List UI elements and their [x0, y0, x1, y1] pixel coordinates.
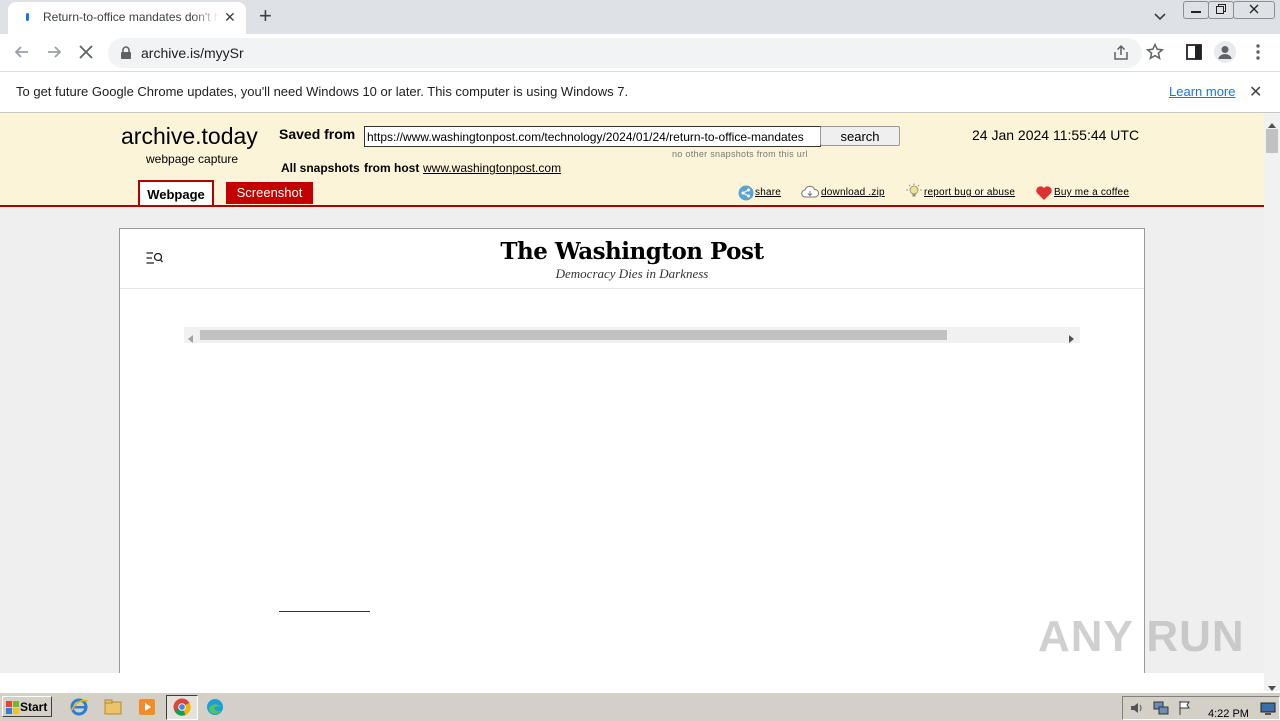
buy-coffee-link[interactable]: Buy me a coffee	[1054, 187, 1129, 198]
host-link[interactable]: www.washingtonpost.com	[423, 161, 561, 175]
report-bug-link[interactable]: report bug or abuse	[924, 187, 1015, 198]
minimize-button[interactable]	[1183, 1, 1209, 19]
header-divider	[120, 288, 1144, 289]
archive-logo[interactable]: archive.today	[121, 123, 258, 150]
vertical-scrollbar[interactable]	[1264, 113, 1280, 691]
stop-loading-icon[interactable]	[76, 42, 96, 62]
cloud-download-icon[interactable]	[801, 185, 819, 202]
share-link[interactable]: share	[755, 187, 781, 198]
start-button[interactable]: Start	[2, 696, 52, 717]
washington-post-tagline: Democracy Dies in Darkness	[555, 266, 709, 281]
tab-screenshot[interactable]: Screenshot	[226, 182, 313, 204]
profile-avatar-icon[interactable]	[1214, 41, 1236, 63]
tab-search-chevron-icon[interactable]	[1152, 8, 1168, 27]
vertical-scroll-thumb[interactable]	[1266, 129, 1278, 153]
address-bar[interactable]: archive.is/myySr	[108, 38, 1142, 68]
volume-icon[interactable]	[1129, 700, 1145, 719]
chrome-icon	[173, 698, 191, 716]
learn-more-link[interactable]: Learn more	[1169, 84, 1235, 99]
windows-logo-icon	[6, 701, 19, 714]
tab-webpage[interactable]: Webpage	[138, 180, 214, 205]
heart-icon[interactable]	[1035, 185, 1053, 204]
archive-subtitle: webpage capture	[146, 152, 239, 166]
infobar-close-icon[interactable]: ✕	[1249, 82, 1262, 102]
media-player-icon[interactable]	[136, 696, 160, 718]
content-rule	[279, 611, 370, 612]
archived-page-frame: The Washington Post Democracy Dies in Da…	[119, 228, 1145, 690]
kebab-menu-icon[interactable]	[1248, 42, 1268, 62]
chrome-taskbar-button[interactable]	[166, 695, 198, 720]
horizontal-scroll-thumb[interactable]	[200, 330, 947, 340]
bug-lightbulb-icon[interactable]	[906, 183, 922, 202]
anyrun-watermark: ANY RUN	[1038, 612, 1245, 661]
network-icon[interactable]	[1153, 700, 1169, 719]
lock-icon[interactable]	[120, 46, 132, 63]
infobar-message: To get future Google Chrome updates, you…	[16, 84, 629, 99]
edge-icon[interactable]	[204, 696, 228, 718]
tab-strip: Return-to-office mandates don't help ✕ +	[0, 0, 1280, 34]
share-icon[interactable]	[738, 185, 754, 204]
browser-toolbar: archive.is/myySr	[0, 34, 1280, 72]
no-snapshots-note: no other snapshots from this url	[672, 149, 808, 159]
back-arrow-icon[interactable]	[12, 42, 32, 62]
system-tray	[1122, 696, 1280, 720]
tab-title: Return-to-office mandates don't help	[43, 10, 219, 24]
download-zip-link[interactable]: download .zip	[821, 187, 885, 198]
show-desktop-icon[interactable]	[1260, 700, 1276, 719]
taskbar-clock[interactable]: 4:22 PM	[1208, 708, 1249, 720]
browser-tab[interactable]: Return-to-office mandates don't help ✕	[8, 2, 246, 34]
update-infobar: To get future Google Chrome updates, you…	[0, 72, 1280, 113]
from-host-label: from host	[364, 161, 420, 175]
new-tab-icon[interactable]: +	[259, 4, 272, 28]
side-panel-icon[interactable]	[1184, 42, 1204, 62]
share-page-icon[interactable]	[1112, 44, 1130, 65]
washington-post-logo[interactable]: The Washington Post	[120, 238, 1144, 265]
forward-arrow-icon[interactable]	[44, 42, 64, 62]
saved-from-label: Saved from	[279, 126, 356, 142]
capture-date: 24 Jan 2024 11:55:44 UTC	[972, 127, 1140, 143]
all-snapshots-label[interactable]: All snapshots	[281, 161, 360, 175]
scroll-left-icon[interactable]	[188, 331, 194, 346]
start-label: Start	[20, 700, 48, 714]
tab-close-icon[interactable]: ✕	[224, 9, 236, 25]
restore-button[interactable]	[1208, 1, 1234, 19]
windows-taskbar: Start	[0, 692, 1280, 721]
action-center-flag-icon[interactable]	[1177, 700, 1193, 719]
page-bottom-strip	[0, 673, 1264, 691]
bookmark-star-icon[interactable]	[1145, 42, 1165, 62]
search-button[interactable]: search	[820, 126, 900, 146]
horizontal-scrollbar[interactable]	[184, 327, 1080, 343]
window-close-button[interactable]	[1233, 1, 1275, 19]
file-explorer-icon[interactable]	[102, 696, 126, 718]
scroll-right-icon[interactable]	[1069, 331, 1075, 346]
url-text[interactable]: archive.is/myySr	[141, 45, 244, 61]
archive-header: archive.today webpage capture Saved from…	[0, 113, 1264, 207]
loading-favicon-icon	[26, 13, 29, 21]
internet-explorer-icon[interactable]	[68, 696, 92, 718]
saved-url-input[interactable]	[364, 126, 821, 147]
